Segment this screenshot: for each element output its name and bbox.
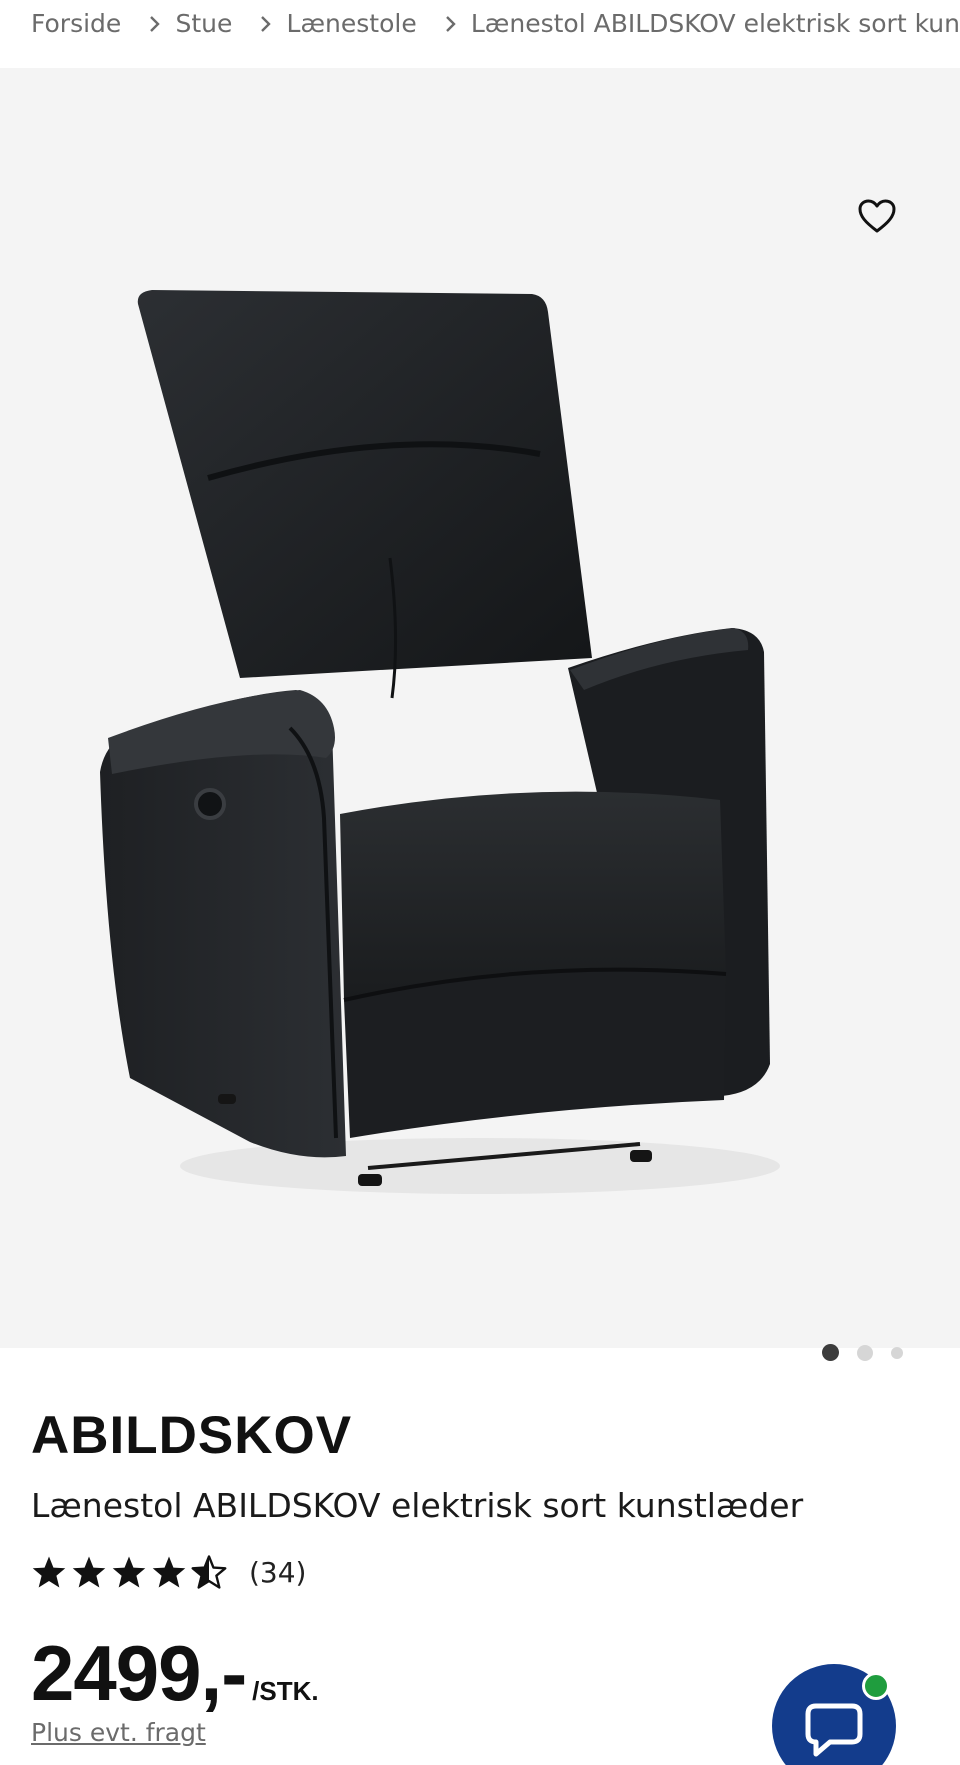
breadcrumb: Forside Stue Lænestole Lænestol ABILDSKO…	[0, 0, 960, 68]
price-value: 2499,-	[31, 1629, 247, 1717]
product-page: Forside Stue Lænestole Lænestol ABILDSKO…	[0, 0, 960, 1765]
heart-outline-icon	[858, 199, 896, 233]
product-gallery[interactable]	[0, 68, 960, 1361]
product-price: 2499,- /STK.	[31, 1628, 319, 1719]
breadcrumb-item-laenestole[interactable]: Lænestole	[287, 9, 417, 38]
star-half-icon	[191, 1555, 227, 1589]
chevron-right-icon	[246, 10, 272, 36]
star-filled-icon	[112, 1556, 146, 1588]
shipping-note-link[interactable]: Plus evt. fragt	[31, 1718, 206, 1747]
star-filled-icon	[72, 1556, 106, 1588]
wishlist-button[interactable]	[855, 194, 899, 238]
breadcrumb-item-stue[interactable]: Stue	[175, 9, 232, 38]
product-title: Lænestol ABILDSKOV elektrisk sort kunstl…	[31, 1486, 804, 1525]
gallery-dot-1[interactable]	[822, 1344, 839, 1361]
breadcrumb-item-current: Lænestol ABILDSKOV elektrisk sort kun	[470, 8, 960, 38]
star-filled-icon	[32, 1556, 66, 1588]
rating-count: (34)	[249, 1555, 307, 1589]
chevron-right-icon	[431, 10, 457, 36]
gallery-dot-3[interactable]	[891, 1346, 903, 1359]
product-brand: ABILDSKOV	[31, 1406, 353, 1465]
chevron-right-icon	[135, 10, 161, 36]
star-filled-icon	[152, 1556, 186, 1588]
chat-bubble-icon	[805, 1703, 863, 1757]
recliner-chair-image	[100, 290, 780, 1194]
price-unit: /STK.	[252, 1676, 319, 1706]
rating-stars	[31, 1555, 227, 1589]
breadcrumb-item-forside[interactable]: Forside	[31, 9, 121, 38]
online-status-indicator	[862, 1672, 890, 1700]
gallery-dot-2[interactable]	[857, 1344, 873, 1361]
product-rating[interactable]: (34)	[31, 1555, 306, 1589]
gallery-pagination	[822, 1344, 903, 1361]
